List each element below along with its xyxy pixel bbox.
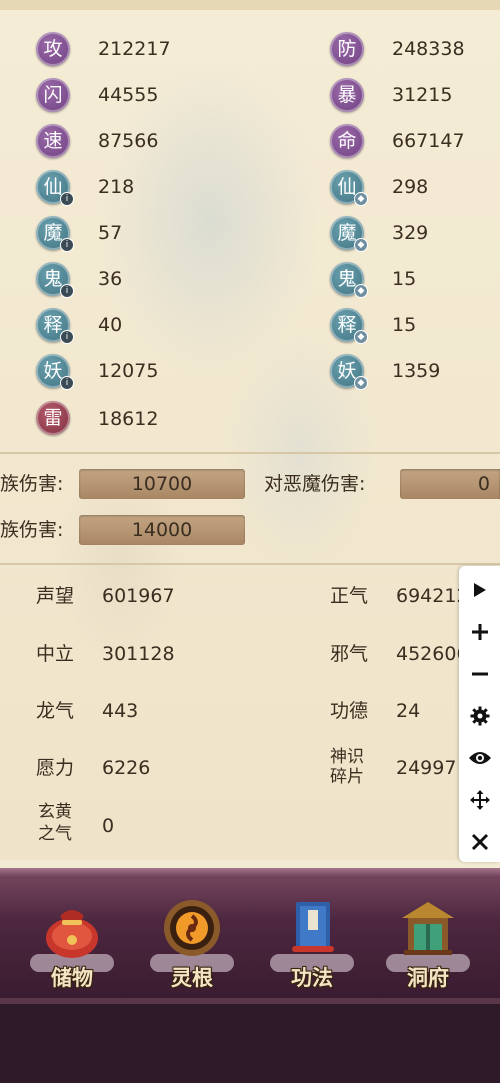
eye-icon[interactable] xyxy=(459,740,500,776)
evil-value: 452606 xyxy=(396,643,469,665)
spirit-root-orb-icon xyxy=(164,900,220,956)
monster-defense-value: 1359 xyxy=(392,360,441,382)
section-divider-2 xyxy=(0,563,500,565)
info-badge-icon: i xyxy=(60,284,74,298)
merit-value: 24 xyxy=(396,700,421,722)
spirit-root-label: 灵根 xyxy=(171,966,213,990)
evil-demon-damage-label: 对恶魔伤害: xyxy=(264,473,366,495)
bottom-panel-rim xyxy=(0,998,500,1004)
demon-attack-icon[interactable]: 魔i xyxy=(36,216,74,252)
nav-cave-button[interactable]: 洞府 xyxy=(378,876,478,998)
speed-icon: 速 xyxy=(36,124,70,158)
speed-value: 87566 xyxy=(98,130,159,152)
immortal-attack-value: 218 xyxy=(98,176,135,198)
nav-storage-button[interactable]: 储物 xyxy=(22,876,122,998)
dodge-value: 44555 xyxy=(98,84,159,106)
close-icon[interactable] xyxy=(459,824,500,860)
skills-label: 功法 xyxy=(291,966,333,990)
nav-skills-button[interactable]: 功法 xyxy=(262,876,362,998)
info-badge-icon: i xyxy=(60,192,74,206)
info-badge-icon: i xyxy=(60,330,74,344)
storage-bag-icon xyxy=(46,910,98,958)
soul-shard-value: 24997 xyxy=(396,757,457,779)
shield-badge-icon: ◆ xyxy=(354,238,368,252)
wish-power-label: 愿力 xyxy=(36,757,75,779)
soul-shard-label-line1: 神识 xyxy=(330,747,364,767)
demon-attack-value: 57 xyxy=(98,222,123,244)
hp-icon: 命 xyxy=(330,124,364,158)
xuanhuang-label-line2: 之气 xyxy=(38,824,72,844)
immortal-attack-icon[interactable]: 仙i xyxy=(36,170,74,206)
defense-value: 248338 xyxy=(392,38,465,60)
ghost-defense-icon[interactable]: 鬼 ◆ xyxy=(330,262,368,298)
demon-defense-value: 329 xyxy=(392,222,429,244)
dragon-qi-value: 443 xyxy=(102,700,139,722)
defense-icon: 防 xyxy=(330,32,364,66)
immortal-defense-icon[interactable]: 仙 ◆ xyxy=(330,170,368,206)
buddha-attack-icon[interactable]: 释i xyxy=(36,308,74,344)
minus-icon[interactable] xyxy=(459,656,500,692)
floating-toolbar xyxy=(459,566,500,862)
attack-value: 212217 xyxy=(98,38,171,60)
crit-icon: 暴 xyxy=(330,78,364,112)
race-damage-label: 族伤害: xyxy=(0,473,64,495)
xuanhuang-label-line1: 玄黄 xyxy=(38,802,72,822)
info-badge-icon: i xyxy=(60,238,74,252)
shield-badge-icon: ◆ xyxy=(354,284,368,298)
righteous-value: 694212 xyxy=(396,585,469,607)
soul-shard-label-line2: 碎片 xyxy=(330,767,364,787)
attack-icon: 攻 xyxy=(36,32,70,66)
dodge-icon: 闪 xyxy=(36,78,70,112)
race-damage-bar: 10700 xyxy=(79,469,245,499)
ghost-defense-value: 15 xyxy=(392,268,417,290)
evil-label: 邪气 xyxy=(330,643,369,665)
shield-badge-icon: ◆ xyxy=(354,376,368,390)
dragon-qi-label: 龙气 xyxy=(36,700,75,722)
wish-power-value: 6226 xyxy=(102,757,151,779)
cave-label: 洞府 xyxy=(407,966,449,990)
reputation-label: 声望 xyxy=(36,585,75,607)
monster-defense-icon[interactable]: 妖 ◆ xyxy=(330,354,368,390)
info-badge-icon: i xyxy=(60,376,74,390)
skill-book-icon xyxy=(292,902,334,952)
reputation-value: 601967 xyxy=(102,585,175,607)
plus-icon[interactable] xyxy=(459,614,500,650)
race-damage-label-2: 族伤害: xyxy=(0,519,64,541)
top-frame-strip xyxy=(0,0,500,10)
race-damage-bar-2: 14000 xyxy=(79,515,245,545)
monster-attack-icon[interactable]: 妖i xyxy=(36,354,74,390)
merit-label: 功德 xyxy=(330,700,369,722)
nav-spirit-root-button[interactable]: 灵根 xyxy=(142,876,242,998)
bottom-dark-panel xyxy=(0,998,500,1083)
shield-badge-icon: ◆ xyxy=(354,330,368,344)
righteous-label: 正气 xyxy=(330,585,369,607)
demon-defense-icon[interactable]: 魔 ◆ xyxy=(330,216,368,252)
neutral-value: 301128 xyxy=(102,643,175,665)
monster-attack-value: 12075 xyxy=(98,360,159,382)
xuanhuang-value: 0 xyxy=(102,815,115,837)
cave-dwelling-icon xyxy=(402,902,454,955)
hp-value: 667147 xyxy=(392,130,465,152)
crit-value: 31215 xyxy=(392,84,453,106)
gear-icon[interactable] xyxy=(459,698,500,734)
evil-demon-damage-bar: 0 xyxy=(400,469,500,499)
buddha-attack-value: 40 xyxy=(98,314,123,336)
thunder-value: 18612 xyxy=(98,408,159,430)
bottom-nav-bar: 储物 灵根 功法 洞府 xyxy=(0,868,500,998)
ghost-attack-value: 36 xyxy=(98,268,123,290)
buddha-defense-value: 15 xyxy=(392,314,417,336)
ghost-attack-icon[interactable]: 鬼i xyxy=(36,262,74,298)
thunder-icon: 雷 xyxy=(36,401,70,435)
storage-label: 储物 xyxy=(51,966,93,990)
buddha-defense-icon[interactable]: 释 ◆ xyxy=(330,308,368,344)
neutral-label: 中立 xyxy=(36,643,75,665)
move-icon[interactable] xyxy=(459,782,500,818)
section-divider xyxy=(0,452,500,454)
play-icon[interactable] xyxy=(459,572,500,608)
immortal-defense-value: 298 xyxy=(392,176,429,198)
shield-badge-icon: ◆ xyxy=(354,192,368,206)
